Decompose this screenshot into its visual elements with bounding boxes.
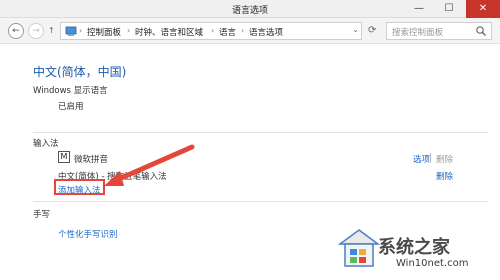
watermark-text: 系统之家	[378, 237, 450, 258]
watermark-logo-icon	[337, 229, 381, 267]
watermark-url: Win10net.com	[396, 258, 469, 269]
